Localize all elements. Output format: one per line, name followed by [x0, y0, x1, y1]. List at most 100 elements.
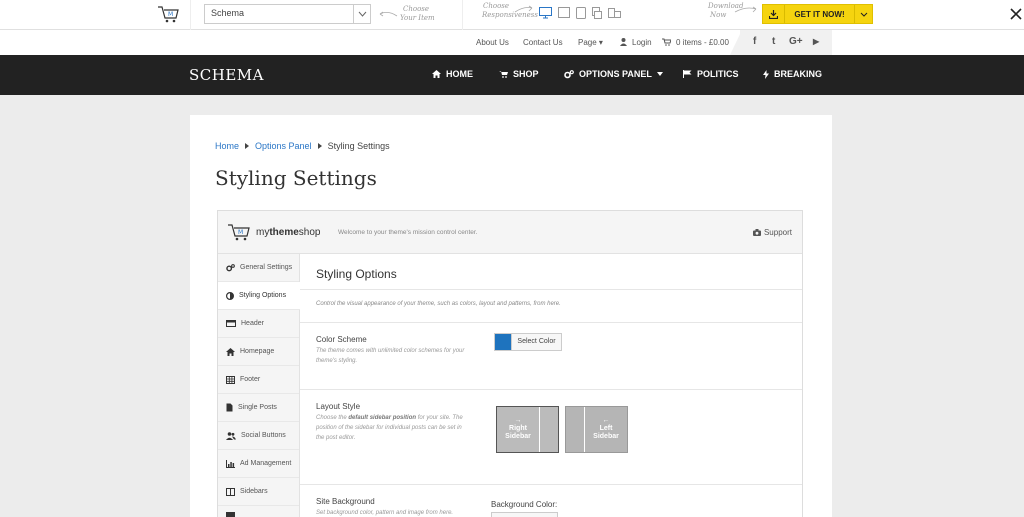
breadcrumb-options-panel[interactable]: Options Panel [255, 141, 312, 151]
get-it-now-button[interactable]: GET IT NOW! [762, 4, 873, 24]
sidebar-item-social-buttons[interactable]: Social Buttons [218, 422, 299, 450]
nav-breaking-label: BREAKING [774, 69, 823, 79]
sidebar-item-label: Social Buttons [241, 432, 286, 439]
layout-right-sidebar-label: → Right Sidebar [505, 417, 531, 440]
cart-icon [662, 38, 671, 46]
login-link[interactable]: Login [632, 38, 652, 47]
cart-logo-icon: M [158, 6, 179, 23]
columns-icon [226, 487, 235, 496]
breadcrumb-home[interactable]: Home [215, 141, 239, 151]
sidebar-item-label: Homepage [240, 348, 275, 355]
nav-shop[interactable]: SHOP [499, 69, 539, 79]
breadcrumb: Home Options Panel Styling Settings [215, 141, 390, 151]
main-nav: SCHEMA HOME SHOP OPTIONS PANEL POLITICS … [0, 55, 1024, 95]
sidebar-item-header[interactable]: Header [218, 310, 299, 338]
chevron-down-icon [353, 5, 370, 23]
cart-logo-icon: M [228, 224, 250, 241]
nav-home[interactable]: HOME [432, 69, 473, 79]
svg-text:M: M [168, 11, 173, 18]
bolt-icon [763, 69, 769, 79]
mobile-landscape-icon[interactable] [592, 7, 602, 19]
support-link[interactable]: Support [752, 228, 792, 237]
arrow-hint-icon [514, 5, 533, 13]
about-link[interactable]: About Us [476, 38, 509, 47]
background-color-field[interactable] [491, 512, 558, 517]
youtube-icon[interactable]: ▶ [813, 37, 819, 46]
sidebar-item-footer[interactable]: Footer [218, 366, 299, 394]
cart-link[interactable]: 0 items - £0.00 [676, 38, 729, 47]
options-panel: M mythemeshop Welcome to your theme's mi… [217, 210, 803, 517]
responsive-icons [539, 7, 621, 19]
nav-politics-label: POLITICS [697, 69, 739, 79]
caret-down-icon [656, 72, 663, 76]
contact-link[interactable]: Contact Us [523, 38, 563, 47]
chart-icon [226, 459, 235, 468]
user-icon [620, 38, 627, 46]
sidebar-item-styling-options[interactable]: Styling Options [218, 282, 300, 310]
gears-icon [564, 69, 574, 78]
page-title: Styling Settings [215, 166, 377, 190]
divider [300, 389, 802, 390]
nav-home-label: HOME [446, 69, 473, 79]
users-icon [226, 431, 236, 440]
contrast-icon [226, 291, 234, 300]
sidebar-item-sidebars[interactable]: Sidebars [218, 478, 299, 506]
nav-politics[interactable]: POLITICS [683, 69, 739, 79]
top-links-bar: About Us Contact Us Page ▾ Login 0 items… [0, 30, 1024, 55]
sidebar-item-ad-management[interactable]: Ad Management [218, 450, 299, 478]
home-icon [226, 347, 235, 356]
sidebar-item-label: General Settings [240, 264, 293, 271]
divider [300, 484, 802, 485]
desktop-icon[interactable] [539, 7, 552, 19]
color-scheme-desc: The theme comes with unlimited color sch… [316, 348, 465, 364]
content-card: Home Options Panel Styling Settings Styl… [190, 115, 832, 517]
mobile-icon[interactable] [608, 7, 621, 19]
separator [462, 0, 463, 30]
logo-text-shop: shop [298, 226, 321, 238]
social-bar: f t G+ ▶ [740, 30, 832, 55]
flag-icon [683, 70, 692, 78]
sidebar-item-label: Single Posts [238, 404, 277, 411]
breadcrumb-current: Styling Settings [327, 141, 390, 151]
theme-select-value: Schema [211, 8, 245, 18]
arrow-hint-icon [379, 11, 398, 17]
separator [190, 0, 191, 30]
site-brand[interactable]: SCHEMA [189, 66, 264, 84]
nav-options-panel[interactable]: OPTIONS PANEL [564, 69, 663, 79]
arrow-hint-icon [734, 6, 757, 13]
theme-select[interactable]: Schema [204, 4, 371, 24]
sidebar-item-general-settings[interactable]: General Settings [218, 254, 299, 282]
panel-header: M mythemeshop Welcome to your theme's mi… [218, 211, 802, 254]
layout-left-sidebar[interactable]: ← Left Sidebar [565, 406, 628, 453]
tablet-icon[interactable] [576, 7, 586, 19]
googleplus-icon[interactable]: G+ [789, 36, 803, 47]
home-icon [432, 70, 441, 78]
svg-text:M: M [238, 229, 243, 236]
laptop-icon[interactable] [558, 7, 570, 18]
mythemeshop-logo: M mythemeshop [227, 222, 320, 242]
nav-shop-label: SHOP [513, 69, 539, 79]
close-icon[interactable] [1008, 5, 1024, 23]
color-picker-button[interactable]: Select Color [494, 333, 562, 351]
site-background-desc: Set background color, pattern and image … [316, 510, 454, 516]
nav-breaking[interactable]: BREAKING [763, 69, 822, 79]
background-color-label: Background Color: [491, 500, 558, 509]
sidebar-item-homepage[interactable]: Homepage [218, 338, 299, 366]
cart-icon [499, 71, 508, 78]
layout-right-sidebar[interactable]: → Right Sidebar [496, 406, 559, 453]
sidebar-item-single-posts[interactable]: Single Posts [218, 394, 299, 422]
sidebar-item-label: Sidebars [240, 488, 268, 495]
sidebar-next-icon [226, 512, 235, 517]
sidebar-item-label: Header [241, 320, 264, 327]
color-scheme-label: Color Scheme [316, 335, 367, 344]
facebook-icon[interactable]: f [753, 36, 756, 47]
table-icon [226, 375, 235, 384]
file-icon [226, 403, 233, 412]
chevron-down-icon[interactable] [854, 5, 872, 23]
page-menu-link[interactable]: Page ▾ [578, 38, 603, 47]
gears-icon [226, 263, 235, 271]
options-sidebar: General Settings Styling Options Header … [218, 254, 300, 517]
twitter-icon[interactable]: t [772, 36, 775, 47]
breadcrumb-arrow-icon [245, 143, 250, 149]
sidebar-item-label: Footer [240, 376, 261, 383]
